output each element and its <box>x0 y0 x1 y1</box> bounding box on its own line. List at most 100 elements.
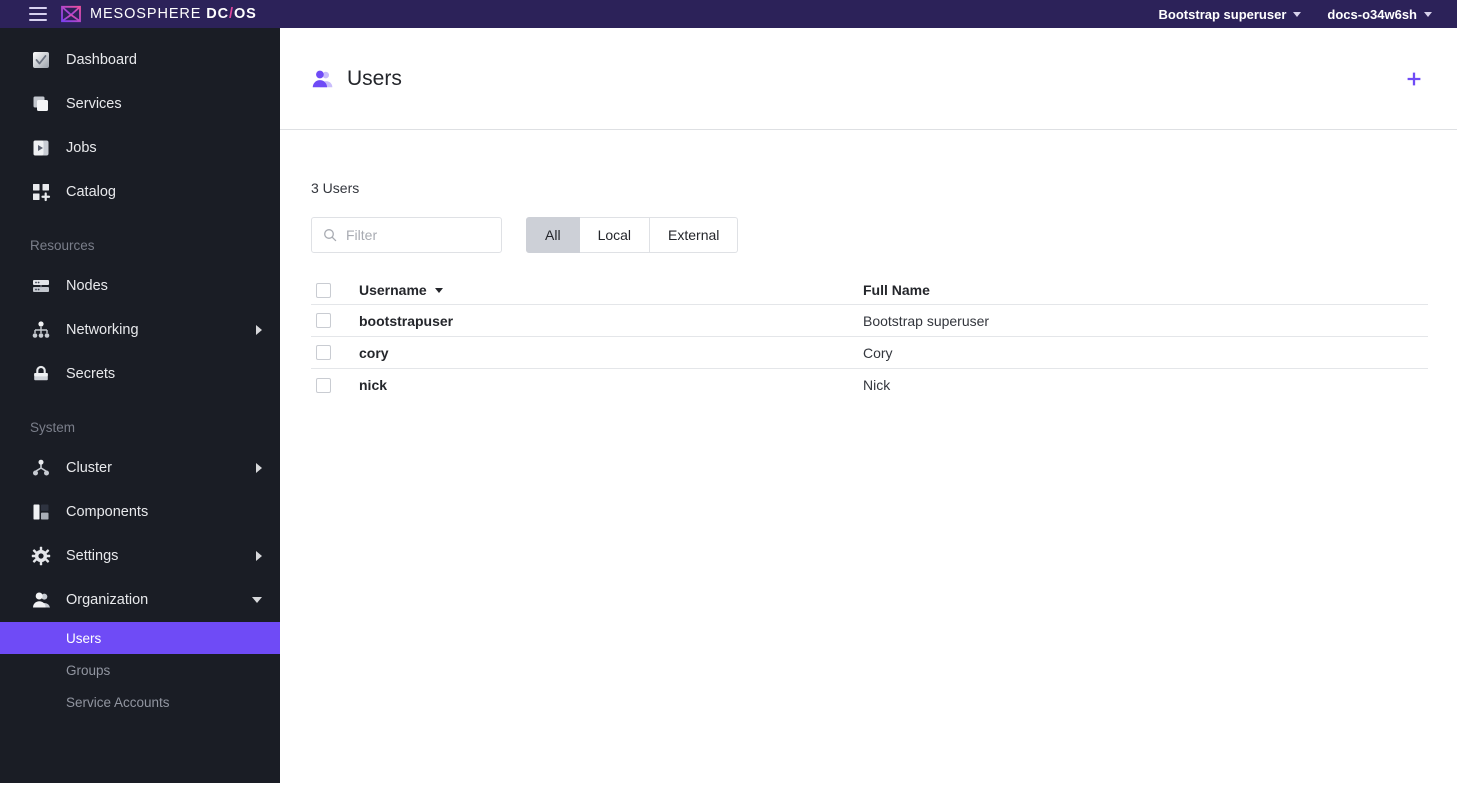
users-toolbar: All Local External <box>311 217 1427 253</box>
users-table: Username Full Name bootstrapuser Bootstr… <box>311 276 1428 401</box>
users-count: 3 Users <box>311 180 360 196</box>
cell-full-name: Bootstrap superuser <box>863 312 990 329</box>
select-all-cell <box>311 282 359 298</box>
plus-icon <box>1407 72 1421 85</box>
sidebar-item-label: Dashboard <box>66 52 137 68</box>
top-bar-right: Bootstrap superuser docs-o34w6sh <box>1133 7 1432 22</box>
cluster-icon <box>30 457 52 479</box>
user-menu[interactable]: Bootstrap superuser <box>1159 7 1302 22</box>
sidebar-item-networking[interactable]: Networking <box>0 308 280 352</box>
row-checkbox[interactable] <box>316 345 331 360</box>
page-header: Users <box>280 28 1457 130</box>
sidebar-item-secrets[interactable]: Secrets <box>0 352 280 396</box>
sidebar-item-label: Components <box>66 504 149 520</box>
row-select-cell <box>311 345 359 360</box>
row-checkbox[interactable] <box>316 313 331 328</box>
row-select-cell <box>311 377 359 393</box>
segment-all[interactable]: All <box>526 217 580 253</box>
search-icon <box>324 229 337 242</box>
hamburger-icon[interactable] <box>29 7 47 21</box>
gear-icon <box>30 545 52 567</box>
sidebar-item-label: Secrets <box>66 366 116 382</box>
sidebar-item-label: Catalog <box>66 184 116 200</box>
table-header-row: Username Full Name <box>311 276 1428 305</box>
column-header-label: Username <box>359 282 427 298</box>
sidebar-section-system: System <box>30 420 76 435</box>
sidebar-item-groups[interactable]: Groups <box>0 654 280 686</box>
column-header-full-name[interactable]: Full Name <box>863 282 1428 298</box>
chevron-right-icon <box>256 463 262 473</box>
segment-local[interactable]: Local <box>579 217 651 253</box>
cell-username: bootstrapuser <box>359 312 454 329</box>
cell-full-name: Cory <box>863 344 893 361</box>
chevron-right-icon <box>256 551 262 561</box>
hamburger-bar <box>29 7 47 9</box>
chevron-down-icon <box>1424 11 1432 17</box>
row-select-cell <box>311 313 359 328</box>
users-panel: 3 Users All Local External <box>280 180 1457 401</box>
components-icon <box>30 501 52 523</box>
row-checkbox[interactable] <box>316 377 331 393</box>
cell-username: cory <box>359 344 389 361</box>
sidebar-item-label: Services <box>66 96 122 112</box>
cluster-menu-label: docs-o34w6sh <box>1327 6 1417 22</box>
column-header-username[interactable]: Username <box>359 282 863 298</box>
sidebar-item-label: Settings <box>66 548 119 564</box>
sidebar-item-services[interactable]: Services <box>0 82 280 126</box>
sidebar-resources-group: Nodes Networking Secrets <box>0 264 280 396</box>
chevron-right-icon <box>256 325 262 335</box>
sidebar-item-label: Cluster <box>66 460 112 476</box>
sidebar-item-dashboard[interactable]: Dashboard <box>0 38 280 82</box>
sidebar-item-users[interactable]: Users <box>0 622 280 654</box>
cell-full-name: Nick <box>863 377 891 393</box>
sidebar-item-jobs[interactable]: Jobs <box>0 126 280 170</box>
column-header-label: Full Name <box>863 282 930 298</box>
dcos-logo-icon <box>61 5 81 23</box>
brand-mesosphere: MESOSPHERE <box>90 6 202 22</box>
chevron-down-icon <box>252 597 262 603</box>
table-row[interactable]: nick Nick <box>311 369 1428 401</box>
cluster-menu[interactable]: docs-o34w6sh <box>1327 7 1432 22</box>
hamburger-bar <box>29 13 47 15</box>
page-title: Users <box>347 66 402 90</box>
sidebar-item-label: Nodes <box>66 278 108 294</box>
sidebar-item-settings[interactable]: Settings <box>0 534 280 578</box>
top-bar: MESOSPHERE DC/OS Bootstrap superuser doc… <box>0 0 1457 28</box>
jobs-icon <box>30 137 52 159</box>
chevron-down-icon <box>1293 11 1302 17</box>
brand-logo[interactable]: MESOSPHERE DC/OS <box>60 5 257 23</box>
nodes-icon <box>30 275 52 297</box>
select-all-checkbox[interactable] <box>316 282 331 298</box>
sidebar-system-group: Cluster Components Settings Organization… <box>0 446 280 718</box>
sidebar-item-cluster[interactable]: Cluster <box>0 446 280 490</box>
sidebar-item-nodes[interactable]: Nodes <box>0 264 280 308</box>
users-icon <box>312 70 333 87</box>
user-type-segmented-control: All Local External <box>526 217 739 253</box>
search-input[interactable] <box>346 227 486 243</box>
table-row[interactable]: cory Cory <box>311 337 1428 369</box>
page-title-wrap: Users <box>311 67 402 91</box>
user-menu-label: Bootstrap superuser <box>1158 6 1287 22</box>
filter-box[interactable] <box>311 217 502 253</box>
organization-icon <box>30 589 52 611</box>
sidebar-subitem-label: Users <box>66 630 102 646</box>
brand-dc: DC <box>206 6 230 22</box>
sidebar-subitem-label: Service Accounts <box>66 694 170 710</box>
brand-os: OS <box>233 6 257 22</box>
brand-title: MESOSPHERE DC/OS <box>90 6 257 22</box>
sidebar-item-service-accounts[interactable]: Service Accounts <box>0 686 280 718</box>
sidebar-item-label: Jobs <box>66 140 97 156</box>
hamburger-bar <box>29 19 47 21</box>
sidebar: Dashboard Services Jobs Catalog Resource… <box>0 28 280 783</box>
dashboard-icon <box>30 49 52 71</box>
sidebar-item-components[interactable]: Components <box>0 490 280 534</box>
sort-descending-icon <box>434 287 443 293</box>
sidebar-item-organization[interactable]: Organization <box>0 578 280 622</box>
add-user-button[interactable] <box>1401 66 1427 92</box>
sidebar-section-resources: Resources <box>30 238 95 253</box>
main-content: Users 3 Users All Local External <box>280 28 1457 788</box>
sidebar-item-catalog[interactable]: Catalog <box>0 170 280 214</box>
table-row[interactable]: bootstrapuser Bootstrap superuser <box>311 305 1428 337</box>
segment-external[interactable]: External <box>650 217 739 253</box>
networking-icon <box>30 319 52 341</box>
